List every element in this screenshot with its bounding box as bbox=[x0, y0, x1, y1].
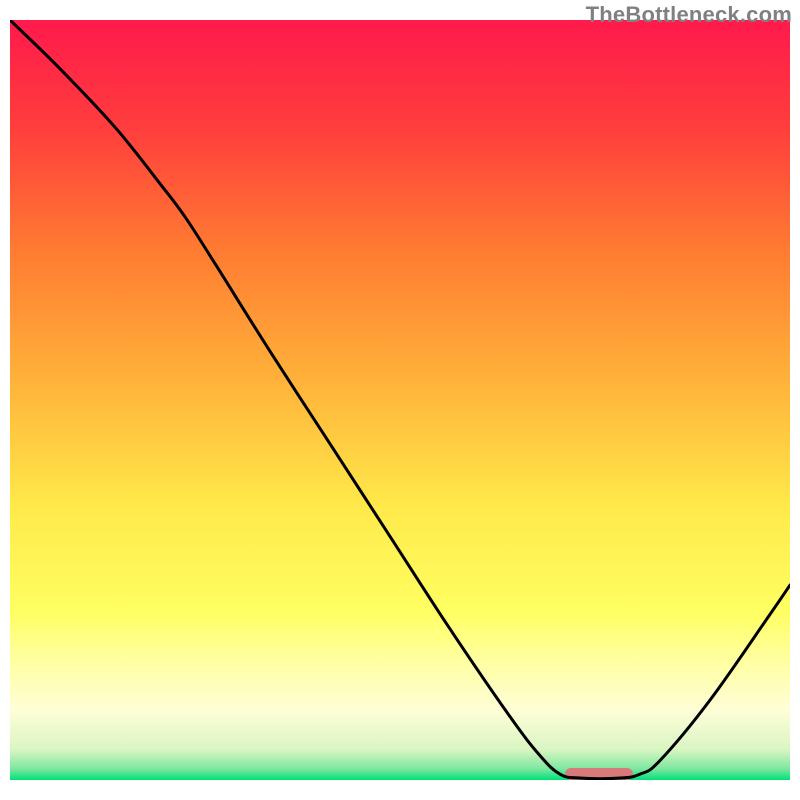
gradient-background bbox=[10, 20, 790, 780]
bottleneck-chart: TheBottleneck.com bbox=[0, 0, 800, 800]
chart-svg bbox=[0, 0, 800, 800]
watermark-text: TheBottleneck.com bbox=[586, 2, 792, 28]
